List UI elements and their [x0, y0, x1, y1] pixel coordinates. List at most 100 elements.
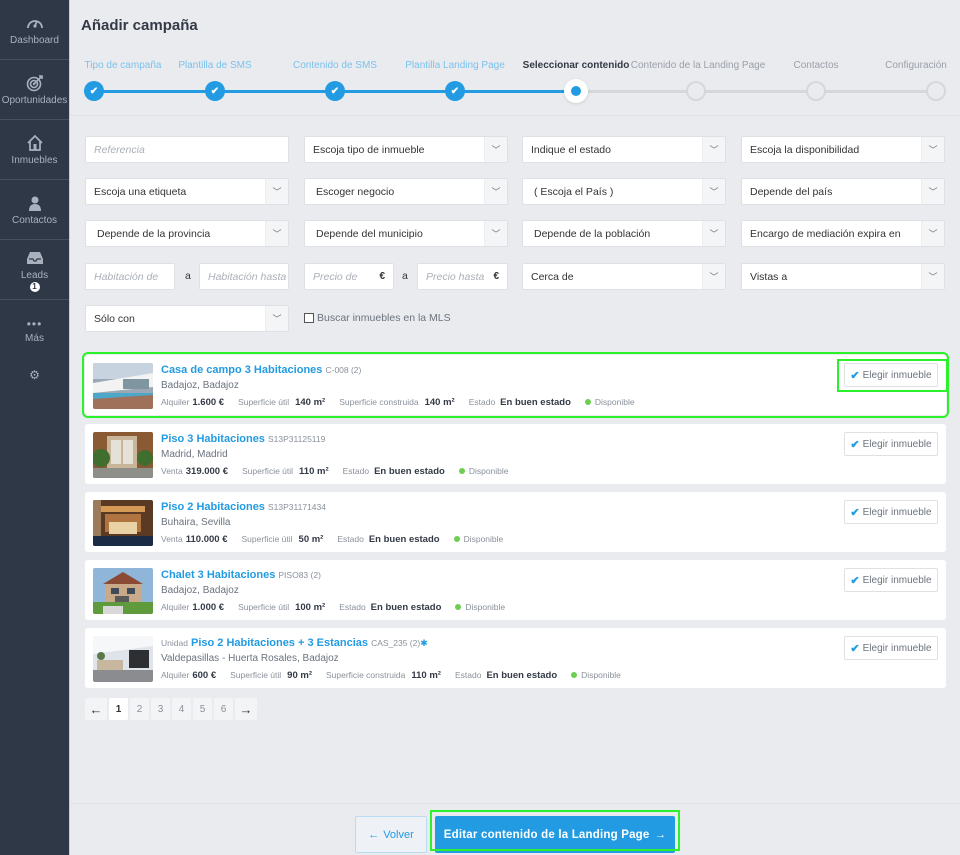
sidebar-item-contactos[interactable]: Contactos: [0, 180, 69, 240]
property-condition: En buen estado: [486, 670, 558, 681]
settings-button[interactable]: ⚙: [0, 360, 69, 390]
habitacion-hasta-input[interactable]: Habitación hasta: [199, 263, 289, 290]
sidebar-item-dashboard[interactable]: Dashboard: [0, 0, 69, 60]
property-title-line: Piso 2 Habitaciones S13P31171434: [161, 501, 326, 513]
estado-select[interactable]: Indique el estado ﹀: [522, 136, 726, 163]
property-util-area: 110 m²: [299, 466, 329, 477]
property-price: 600 €: [192, 670, 217, 681]
referencia-input[interactable]: Referencia: [85, 136, 289, 163]
wizard-step-current: [564, 79, 588, 103]
property-status: Disponible: [581, 670, 621, 680]
property-title-link[interactable]: Piso 2 Habitaciones + 3 Estancias: [191, 637, 368, 649]
check-icon: ✔: [330, 85, 340, 97]
person-icon: [25, 193, 45, 213]
page-button[interactable]: 4: [172, 698, 191, 720]
property-condition: En buen estado: [370, 602, 442, 613]
cerca-de-select[interactable]: Cerca de ﹀: [522, 263, 726, 290]
chevron-down-icon: ﹀: [265, 221, 288, 246]
house-icon: [25, 133, 45, 153]
solo-con-select[interactable]: Sólo con ﹀: [85, 305, 289, 332]
mls-checkbox[interactable]: Buscar inmuebles en la MLS: [304, 312, 451, 324]
property-card[interactable]: Casa de campo 3 Habitaciones C-008 (2) B…: [82, 352, 949, 418]
wizard-step-label[interactable]: Plantilla de SMS: [178, 60, 251, 71]
elegir-inmueble-button[interactable]: ✔ Elegir inmueble: [844, 500, 938, 524]
page-button-current[interactable]: 1: [109, 698, 128, 720]
property-status: Disponible: [594, 397, 635, 407]
chevron-down-icon: ﹀: [702, 264, 725, 289]
wizard-step-done[interactable]: ✔: [445, 81, 465, 101]
wizard-step-label[interactable]: Contenido de SMS: [293, 60, 377, 71]
precio-de-input[interactable]: Precio de €: [304, 263, 394, 290]
pais-select[interactable]: ( Escoja el País ) ﹀: [522, 178, 726, 205]
property-price: 319.000 €: [185, 466, 229, 477]
check-icon: ✔: [450, 85, 460, 97]
check-icon: ✔: [210, 85, 220, 97]
precio-hasta-input[interactable]: Precio hasta €: [417, 263, 508, 290]
chevron-down-icon: ﹀: [484, 137, 507, 162]
property-title-link[interactable]: Piso 2 Habitaciones: [161, 501, 265, 513]
checkbox-box[interactable]: [304, 313, 314, 323]
vistas-a-select[interactable]: Vistas a ﹀: [741, 263, 945, 290]
property-status: Disponible: [465, 602, 506, 612]
highlight-box: [430, 810, 680, 851]
property-util-area: 90 m²: [287, 670, 312, 681]
next-page-button[interactable]: →: [235, 698, 257, 720]
provincia-select[interactable]: Depende de la provincia ﹀: [85, 220, 289, 247]
wizard-step-label[interactable]: Tipo de campaña: [85, 60, 162, 71]
habitacion-de-input[interactable]: Habitación de: [85, 263, 175, 290]
property-title-link[interactable]: Piso 3 Habitaciones: [161, 433, 265, 445]
property-title-link[interactable]: Chalet 3 Habitaciones: [161, 569, 275, 581]
chevron-down-icon: ﹀: [484, 221, 507, 246]
available-dot-icon: [584, 399, 591, 405]
wizard-step-done[interactable]: ✔: [325, 81, 345, 101]
etiqueta-select[interactable]: Escoja una etiqueta ﹀: [85, 178, 289, 205]
available-dot-icon: [453, 536, 460, 542]
wizard-step-done[interactable]: ✔: [205, 81, 225, 101]
depende-pais-select[interactable]: Depende del país ﹀: [741, 178, 945, 205]
elegir-inmueble-button[interactable]: ✔ Elegir inmueble: [844, 568, 938, 592]
arrow-left-icon: ←: [368, 828, 380, 841]
check-icon: ✔: [850, 506, 860, 519]
property-card[interactable]: Unidad Piso 2 Habitaciones + 3 Estancias…: [85, 628, 946, 688]
property-thumbnail: [93, 636, 153, 682]
property-title-link[interactable]: Casa de campo 3 Habitaciones: [161, 364, 322, 376]
elegir-inmueble-button[interactable]: ✔ Elegir inmueble: [844, 432, 938, 456]
property-card[interactable]: Piso 2 Habitaciones S13P31171434 Buhaira…: [85, 492, 946, 552]
volver-button[interactable]: ← Volver: [355, 816, 427, 853]
property-price: 1.600 €: [192, 397, 225, 408]
chevron-down-icon: ﹀: [702, 137, 725, 162]
available-dot-icon: [455, 604, 462, 610]
municipio-select[interactable]: Depende del municipio ﹀: [304, 220, 508, 247]
sidebar-item-leads[interactable]: Leads 1: [0, 240, 69, 300]
page-button[interactable]: 5: [193, 698, 212, 720]
tipo-inmueble-select[interactable]: Escoja tipo de inmueble ﹀: [304, 136, 508, 163]
disponibilidad-select[interactable]: Escoja la disponibilidad ﹀: [741, 136, 945, 163]
page-button[interactable]: 2: [130, 698, 149, 720]
elegir-inmueble-button[interactable]: ✔ Elegir inmueble: [844, 636, 938, 660]
property-ref: S13P31125119: [268, 434, 326, 444]
property-card[interactable]: Chalet 3 Habitaciones PISO83 (2) Badajoz…: [85, 560, 946, 620]
wizard-step-label[interactable]: Plantilla Landing Page: [405, 60, 505, 71]
sidebar-item-inmuebles[interactable]: Inmuebles: [0, 120, 69, 180]
ellipsis-icon: •••: [26, 316, 43, 331]
prev-page-button[interactable]: ←: [85, 698, 107, 720]
property-location: Buhaira, Sevilla: [161, 517, 231, 528]
poblacion-select[interactable]: Depende de la población ﹀: [522, 220, 726, 247]
gauge-icon: [25, 13, 45, 33]
property-card[interactable]: Piso 3 Habitaciones S13P31125119 Madrid,…: [85, 424, 946, 484]
gear-icon: ⚙: [29, 368, 40, 382]
page-button[interactable]: 3: [151, 698, 170, 720]
wizard-step-done[interactable]: ✔: [84, 81, 104, 101]
target-icon: [25, 73, 45, 93]
sidebar-item-label: Más: [25, 332, 44, 344]
range-separator: a: [402, 270, 408, 282]
encargo-select[interactable]: Encargo de mediación expira en ﹀: [741, 220, 945, 247]
property-util-area: 100 m²: [295, 602, 326, 613]
sidebar-item-oportunidades[interactable]: Oportunidades: [0, 60, 69, 120]
sidebar-item-label: Oportunidades: [1, 95, 68, 106]
sidebar-item-mas[interactable]: ••• Más: [0, 300, 69, 360]
euro-icon: €: [493, 271, 499, 282]
sidebar: Dashboard Oportunidades Inmuebles Contac…: [0, 0, 70, 855]
negocio-select[interactable]: Escoger negocio ﹀: [304, 178, 508, 205]
page-button[interactable]: 6: [214, 698, 233, 720]
